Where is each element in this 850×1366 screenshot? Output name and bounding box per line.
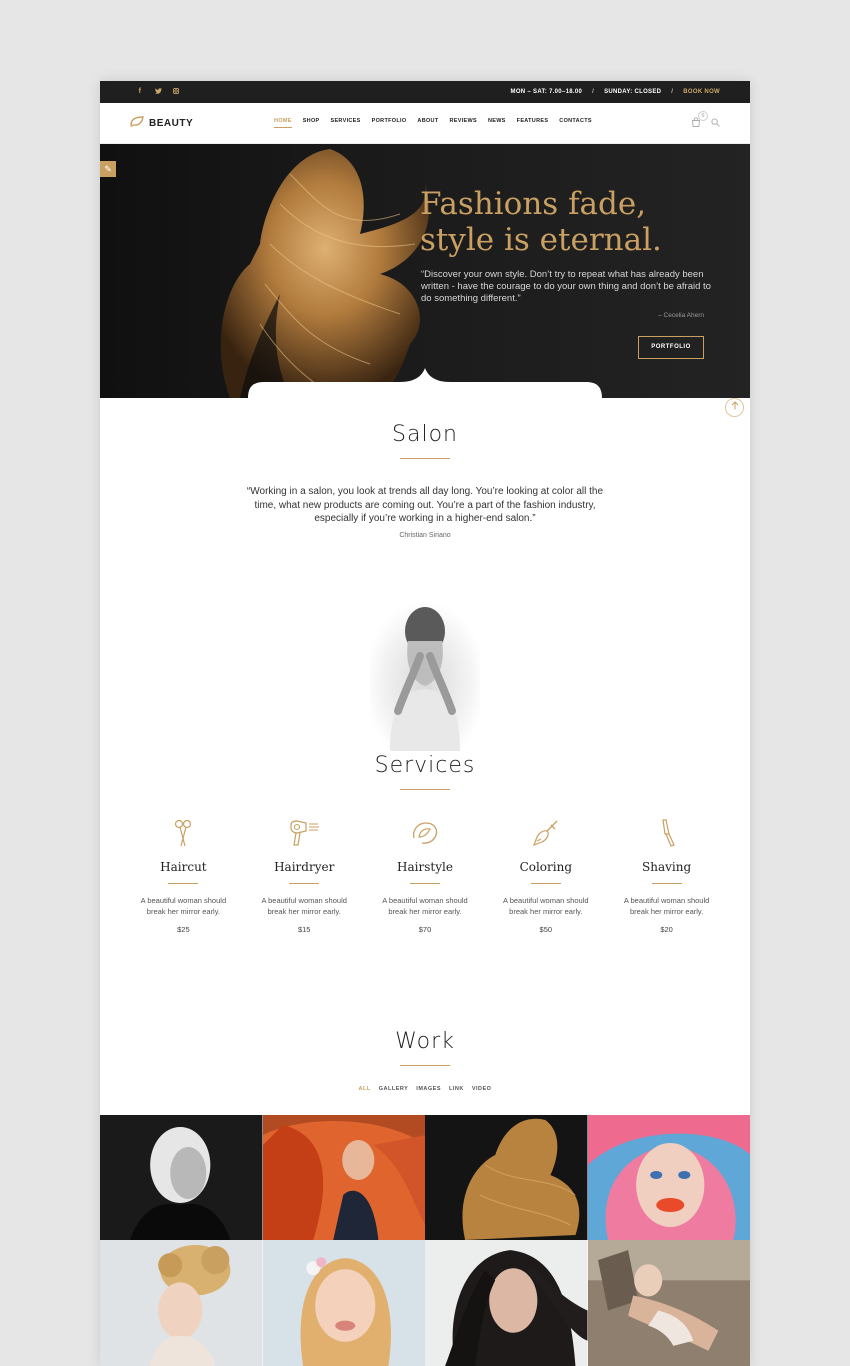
work-section: Work ALL GALLERY IMAGES LINK VIDEO [100, 1029, 750, 1092]
service-card-coloring[interactable]: Coloring A beautiful woman should break … [485, 816, 606, 934]
nav-reviews[interactable]: REVIEWS [449, 118, 476, 128]
hero-title-line-2: style is eternal. [420, 222, 662, 258]
filter-video[interactable]: VIDEO [472, 1086, 492, 1092]
filter-all[interactable]: ALL [359, 1086, 371, 1092]
brush-icon [485, 816, 606, 850]
nav-news[interactable]: NEWS [488, 118, 506, 128]
service-card-hairdryer[interactable]: Hairdryer A beautiful woman should break… [244, 816, 365, 934]
hairdryer-icon [244, 816, 365, 850]
work-title: Work [395, 1029, 455, 1054]
social-links: f [136, 88, 180, 96]
service-card-hairstyle[interactable]: Hairstyle A beautiful woman should break… [365, 816, 486, 934]
portfolio-item[interactable] [100, 1115, 263, 1240]
hero-quote-author: – Cecelia Ahern [658, 312, 704, 319]
portfolio-gallery [100, 1115, 750, 1366]
service-divider [168, 883, 199, 884]
salon-section: Salon “Working in a salon, you look at t… [100, 422, 750, 539]
portfolio-item[interactable] [100, 1240, 263, 1366]
portfolio-item[interactable] [262, 1115, 425, 1240]
services-section: Services Haircut A beautiful woman shoul… [100, 753, 750, 934]
service-name: Coloring [519, 860, 573, 874]
nav-home[interactable]: HOME [274, 118, 292, 128]
logo-leaf-icon [130, 116, 144, 130]
service-card-shaving[interactable]: Shaving A beautiful woman should break h… [606, 816, 727, 934]
portfolio-item[interactable] [425, 1240, 588, 1366]
service-price: $70 [418, 925, 432, 934]
site-header: BEAUTY HOME SHOP SERVICES PORTFOLIO ABOU… [100, 103, 750, 144]
service-divider [289, 883, 320, 884]
service-price: $15 [297, 925, 311, 934]
salon-title: Salon [392, 422, 458, 447]
hero-title-line-1: Fashions fade, [420, 186, 647, 222]
title-underline [400, 1065, 450, 1066]
cart-button[interactable]: 0 [691, 111, 708, 129]
nav-services[interactable]: SERVICES [331, 118, 361, 128]
book-now-link[interactable]: BOOK NOW [683, 89, 720, 95]
service-description: A beautiful woman should break her mirro… [382, 896, 468, 916]
service-description: A beautiful woman should break her mirro… [503, 896, 589, 916]
service-divider [530, 883, 561, 884]
portfolio-item[interactable] [425, 1115, 588, 1240]
title-underline [400, 458, 450, 459]
top-bar-info: MON – SAT: 7.00–18.00 / SUNDAY: CLOSED /… [511, 89, 720, 95]
arrow-up-icon [731, 401, 738, 410]
scissors-icon [123, 816, 244, 850]
service-name: Haircut [160, 860, 207, 874]
services-title: Services [374, 753, 476, 778]
service-description: A beautiful woman should break her mirro… [140, 896, 227, 916]
portfolio-item[interactable] [262, 1240, 425, 1366]
top-bar: f MON – SAT: 7.00–18.00 / SUNDAY: CLOSED… [100, 81, 750, 103]
razor-icon [606, 816, 727, 850]
hero-section: ✎ Fashions fade, style is eternal. “Disc… [100, 144, 750, 398]
service-price: $25 [177, 925, 190, 934]
services-portrait-image [370, 601, 480, 751]
service-name: Hairstyle [397, 860, 453, 874]
page: f MON – SAT: 7.00–18.00 / SUNDAY: CLOSED… [100, 81, 750, 1366]
salon-quote: “Working in a salon, you look at trends … [246, 486, 604, 524]
filter-gallery[interactable]: GALLERY [379, 1086, 409, 1092]
logo[interactable]: BEAUTY [130, 116, 260, 130]
cart-count: 0 [698, 111, 708, 121]
hours-weekdays: MON – SAT: 7.00–18.00 [510, 89, 583, 95]
logo-text: BEAUTY [149, 117, 194, 129]
main-nav: HOME SHOP SERVICES PORTFOLIO ABOUT REVIE… [274, 118, 592, 128]
hero-quote: “Discover your own style. Don’t try to r… [421, 269, 711, 304]
filter-link[interactable]: LINK [449, 1086, 464, 1092]
facebook-icon[interactable]: f [136, 88, 144, 96]
edit-icon[interactable]: ✎ [100, 161, 116, 177]
service-description: A beautiful woman should break her mirro… [261, 896, 347, 916]
portfolio-filters: ALL GALLERY IMAGES LINK VIDEO [100, 1086, 750, 1092]
header-icons: 0 [691, 111, 720, 129]
hairstyle-icon [365, 816, 486, 850]
instagram-icon[interactable] [172, 88, 180, 96]
service-price: $20 [660, 925, 673, 934]
portfolio-item[interactable] [587, 1240, 750, 1366]
service-name: Shaving [642, 860, 692, 874]
service-divider [651, 883, 682, 884]
service-name: Hairdryer [274, 860, 335, 874]
filter-images[interactable]: IMAGES [416, 1086, 441, 1092]
twitter-icon[interactable] [154, 88, 162, 96]
service-card-haircut[interactable]: Haircut A beautiful woman should break h… [123, 816, 244, 934]
title-underline [400, 789, 450, 790]
salon-quote-author: Christian Siriano [399, 531, 451, 539]
nav-about[interactable]: ABOUT [417, 118, 438, 128]
separator: / [592, 89, 595, 95]
services-grid: Haircut A beautiful woman should break h… [123, 816, 727, 934]
nav-contacts[interactable]: CONTACTS [559, 118, 592, 128]
scroll-top-button[interactable] [725, 398, 744, 417]
hero-notch-divider [248, 368, 602, 398]
service-description: A beautiful woman should break her mirro… [623, 896, 710, 916]
nav-portfolio[interactable]: PORTFOLIO [372, 118, 407, 128]
service-price: $50 [539, 925, 553, 934]
hero-title: Fashions fade, style is eternal. [420, 186, 740, 258]
hours-sunday: SUNDAY: CLOSED [604, 89, 662, 95]
portfolio-item[interactable] [587, 1115, 750, 1240]
nav-features[interactable]: FEATURES [517, 118, 549, 128]
search-icon[interactable] [711, 117, 720, 129]
portfolio-button[interactable]: PORTFOLIO [638, 336, 704, 359]
separator: / [671, 89, 674, 95]
service-divider [409, 883, 440, 884]
nav-shop[interactable]: SHOP [303, 118, 320, 128]
